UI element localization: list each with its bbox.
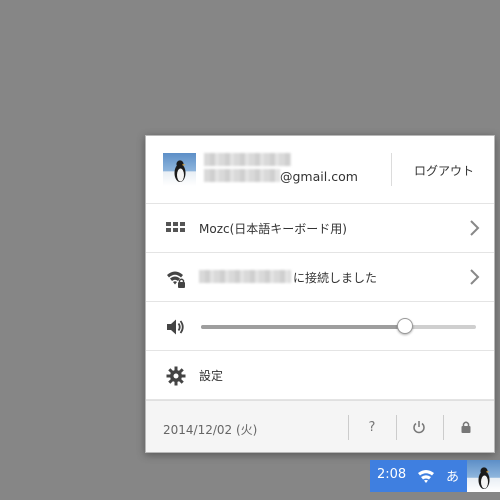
power-button[interactable] xyxy=(399,415,439,440)
network-menu-item[interactable]: に接続しました xyxy=(146,253,494,302)
user-card: @gmail.com ログアウト xyxy=(146,136,494,204)
keyboard-icon xyxy=(165,218,187,240)
clock[interactable]: 2:08 xyxy=(377,467,406,482)
volume-slider-thumb[interactable] xyxy=(396,318,413,334)
lock-icon xyxy=(461,421,471,433)
settings-label: 設定 xyxy=(199,369,224,383)
help-button[interactable]: ? xyxy=(352,415,392,440)
settings-menu-item[interactable]: 設定 xyxy=(146,351,494,400)
volume-slider-fill xyxy=(201,325,405,329)
divider xyxy=(348,415,349,440)
network-status-label: に接続しました xyxy=(293,271,378,285)
wifi-lock-icon xyxy=(165,267,187,289)
penguin-avatar-icon xyxy=(467,460,500,492)
penguin-avatar-icon xyxy=(163,153,196,186)
volume-row xyxy=(146,302,494,351)
date-label[interactable]: 2014/12/02 (火) xyxy=(163,421,257,438)
status-area[interactable]: 2:08 あ xyxy=(370,460,500,492)
speaker-icon[interactable] xyxy=(165,316,187,338)
ime-menu-item[interactable]: Mozc(日本語キーボード用) xyxy=(146,204,494,253)
gear-icon xyxy=(165,365,187,387)
chevron-right-icon xyxy=(468,267,480,287)
chevron-right-icon xyxy=(468,218,480,238)
user-email-domain: @gmail.com xyxy=(280,169,358,184)
divider xyxy=(391,153,392,186)
system-tray-bubble: @gmail.com ログアウト Mozc(日本語キーボード用) に接続しました… xyxy=(145,135,495,453)
logout-button[interactable]: ログアウト xyxy=(394,162,494,179)
volume-slider[interactable] xyxy=(201,318,476,334)
wifi-icon xyxy=(417,468,435,488)
user-name-redacted xyxy=(204,153,291,166)
divider xyxy=(443,415,444,440)
lock-button[interactable] xyxy=(446,415,486,440)
ime-label: Mozc(日本語キーボード用) xyxy=(199,222,347,236)
ime-indicator[interactable]: あ xyxy=(446,466,459,485)
divider xyxy=(396,415,397,440)
tray-footer: 2014/12/02 (火) ? xyxy=(146,400,494,452)
user-email-redacted xyxy=(204,169,280,182)
network-name-redacted xyxy=(199,270,291,283)
power-icon xyxy=(413,421,425,434)
